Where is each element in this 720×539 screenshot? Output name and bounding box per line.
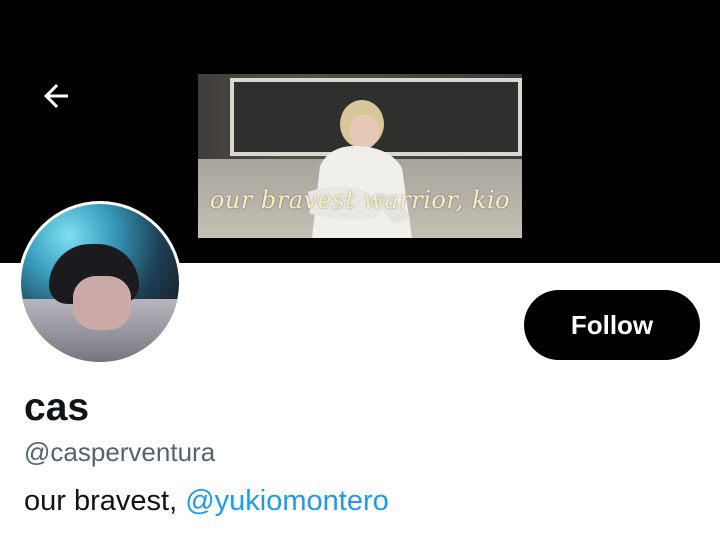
back-button[interactable] bbox=[30, 72, 82, 120]
profile-bio: our bravest, @yukiomontero bbox=[24, 485, 389, 518]
username-handle: @casperventura bbox=[24, 437, 216, 467]
banner-person-figure bbox=[308, 100, 412, 238]
avatar[interactable] bbox=[18, 201, 182, 365]
arrow-left-icon bbox=[44, 84, 68, 108]
display-name: cas bbox=[24, 386, 90, 429]
bio-text: our bravest, bbox=[24, 485, 178, 517]
avatar-face bbox=[73, 276, 131, 330]
follow-button[interactable]: Follow bbox=[524, 290, 700, 360]
bio-mention-link[interactable]: @yukiomontero bbox=[185, 485, 389, 517]
banner-image[interactable]: our bravest warrior, kio bbox=[198, 74, 522, 238]
banner-caption: our bravest warrior, kio bbox=[209, 186, 511, 214]
avatar-photo bbox=[21, 204, 179, 362]
